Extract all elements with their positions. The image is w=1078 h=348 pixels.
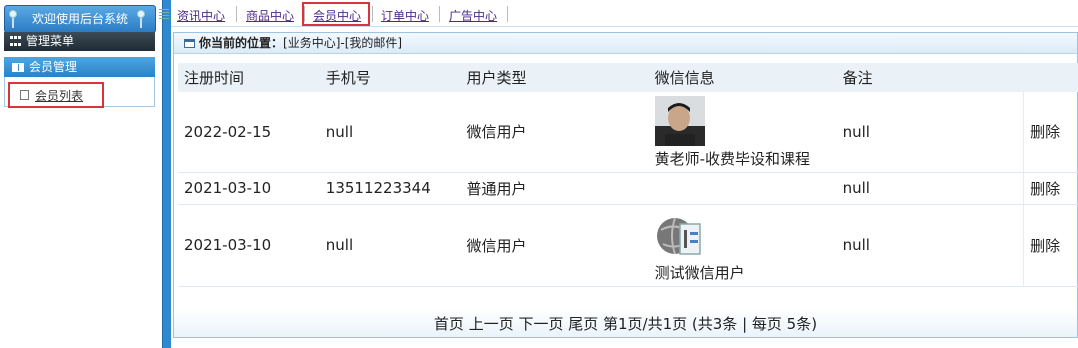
tab-divider [507, 6, 508, 22]
tab-order-center[interactable]: 订单中心 [381, 7, 429, 24]
phone: 13511223344 [319, 172, 461, 205]
tab-divider [439, 6, 440, 22]
table-row: 2021-03-10 null 微信用户 测试微信用户 null 删除 [178, 204, 1078, 287]
content-panel: 你当前的位置：[业务中心]-[我的邮件] 注册时间 手机号 用户类型 微信信息 … [173, 32, 1078, 338]
table-row: 2022-02-15 null 微信用户 黄老师-收费毕设和课程 null 删除 [178, 92, 1078, 173]
handle-icon [159, 9, 169, 21]
sidebar-item-member-list-link[interactable]: 会员列表 [35, 87, 83, 104]
remark: null [836, 204, 1024, 287]
delete-link[interactable]: 删除 [1023, 204, 1078, 287]
tab-product-center[interactable]: 商品中心 [246, 7, 294, 24]
table-row: 2021-03-10 13511223344 普通用户 null 删除 [178, 172, 1078, 205]
book-icon [12, 63, 24, 72]
pin-icon [9, 10, 17, 28]
tab-divider [372, 6, 373, 22]
delete-link[interactable]: 删除 [1023, 172, 1078, 205]
user-type: 微信用户 [460, 92, 649, 173]
splitter-bar[interactable] [162, 0, 171, 348]
document-icon [20, 90, 29, 100]
phone: null [319, 204, 461, 287]
sidebar-group-member-management[interactable]: 会员管理 [4, 57, 155, 77]
brand-title: 欢迎使用后台系统 [31, 12, 128, 26]
register-time: 2021-03-10 [178, 204, 320, 287]
user-type: 普通用户 [460, 172, 649, 205]
location-bar: 你当前的位置：[业务中心]-[我的邮件] [174, 33, 1077, 54]
wechat-info: 测试微信用户 [648, 204, 837, 287]
remark: null [836, 92, 1024, 173]
tab-ad-center[interactable]: 广告中心 [449, 7, 497, 24]
register-time: 2022-02-15 [178, 92, 320, 173]
column-header-action [1023, 63, 1078, 92]
location-label: 你当前的位置： [199, 36, 284, 50]
window-icon [184, 39, 195, 48]
wechat-info [648, 172, 837, 205]
breadcrumb: [业务中心]-[我的邮件] [283, 36, 403, 50]
phone: null [319, 92, 461, 173]
active-tab-highlight [302, 2, 370, 26]
wechat-info: 黄老师-收费毕设和课程 [648, 92, 837, 173]
sidebar: 欢迎使用后台系统 管理菜单 会员管理 会员列表 [0, 0, 160, 348]
delete-link[interactable]: 删除 [1023, 92, 1078, 173]
pagination[interactable]: 首页 上一页 下一页 尾页 第1页/共1页 (共3条 | 每页 5条) [174, 309, 1077, 337]
pin-icon [137, 10, 145, 28]
wechat-nickname: 测试微信用户 [654, 263, 745, 282]
column-header-remark: 备注 [836, 63, 1024, 92]
tab-news-center[interactable]: 资讯中心 [177, 7, 225, 24]
column-header-phone: 手机号 [319, 63, 461, 92]
column-header-register-time: 注册时间 [178, 63, 320, 92]
column-header-wechat-info: 微信信息 [648, 63, 837, 92]
remark: null [836, 172, 1024, 205]
sidebar-item-member-list[interactable]: 会员列表 [8, 82, 104, 108]
brand-banner: 欢迎使用后台系统 [4, 5, 156, 33]
sidebar-group-label: 会员管理 [29, 60, 78, 74]
register-time: 2021-03-10 [178, 172, 320, 205]
menu-title-label: 管理菜单 [26, 34, 75, 48]
user-avatar [654, 96, 705, 147]
menu-title: 管理菜单 [4, 32, 155, 51]
tab-divider [236, 6, 237, 22]
globe-document-icon [654, 209, 705, 260]
member-table: 注册时间 手机号 用户类型 微信信息 备注 2022-02-15 null 微信… [178, 63, 1078, 287]
column-header-user-type: 用户类型 [460, 63, 649, 92]
wechat-nickname: 黄老师-收费毕设和课程 [654, 150, 810, 169]
grid-icon [10, 36, 22, 46]
table-header-row: 注册时间 手机号 用户类型 微信信息 备注 [178, 63, 1078, 92]
user-type: 微信用户 [460, 204, 649, 287]
